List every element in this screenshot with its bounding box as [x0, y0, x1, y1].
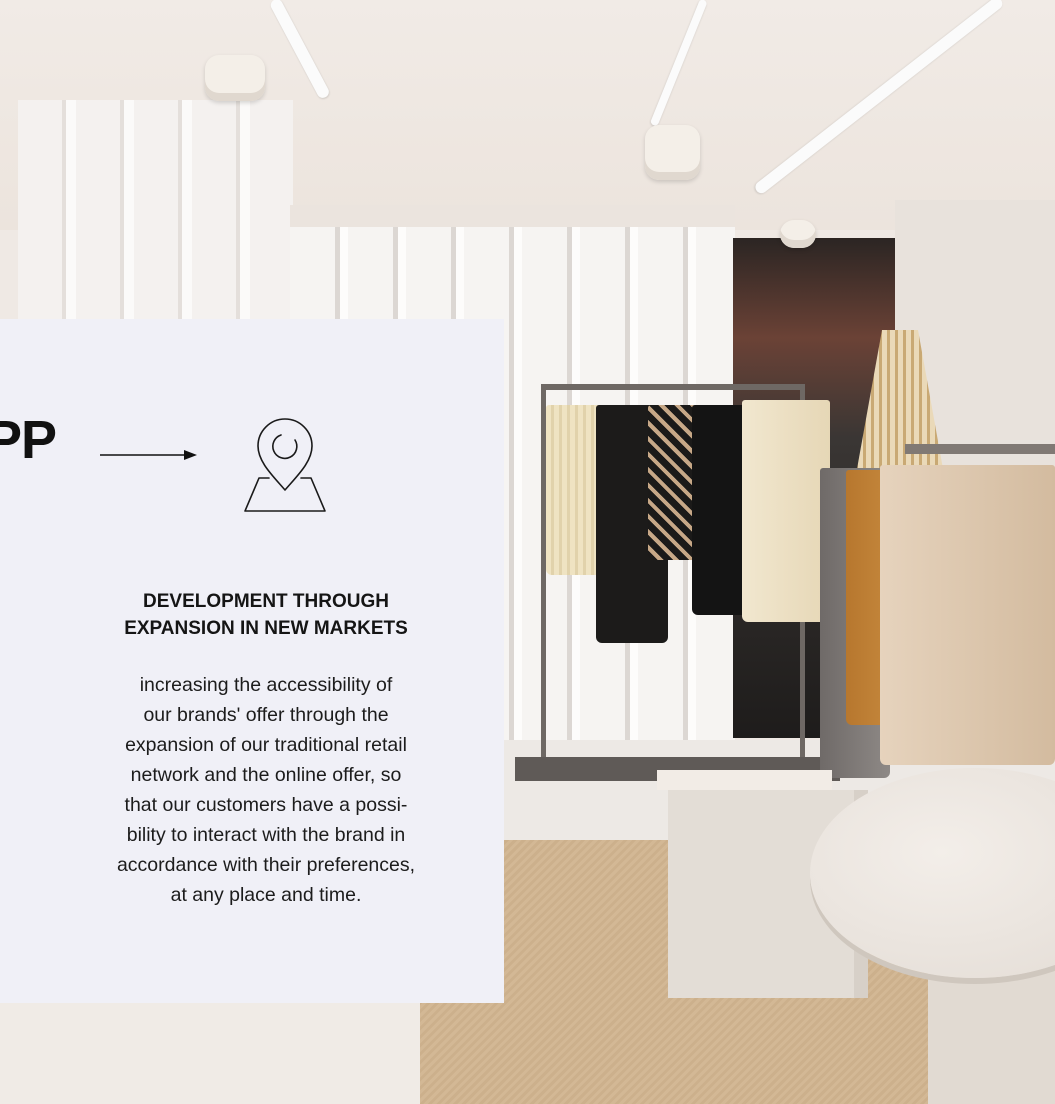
ceiling-spotlight [205, 55, 265, 101]
body-line: our brands' offer through the [143, 704, 389, 726]
right-arrow-icon [100, 450, 197, 460]
body-line: that our customers have a possi- [124, 794, 408, 816]
brand-logo-fragment: PP [0, 410, 57, 470]
card-body-text: increasing the accessibility of our bran… [55, 670, 477, 910]
body-line: network and the online offer, so [130, 764, 402, 786]
ceiling-spotlight [645, 125, 700, 180]
display-cube-top [657, 770, 832, 790]
body-line: expansion of our traditional retail [125, 734, 407, 756]
garment-cream-blazer [742, 400, 830, 622]
ceiling-spotlight [780, 220, 816, 248]
garment-beige-coat [880, 465, 1055, 765]
card-title-line: DEVELOPMENT THROUGH [143, 591, 389, 612]
rack-rail [543, 384, 805, 390]
body-line: at any place and time. [170, 884, 362, 906]
rack-rail [905, 444, 1055, 454]
body-line: increasing the accessibility of [139, 674, 393, 696]
card-title-line: EXPANSION IN NEW MARKETS [124, 618, 408, 639]
body-line: accordance with their preferences, [116, 854, 416, 876]
card-title: DEVELOPMENT THROUGH EXPANSION IN NEW MAR… [40, 588, 492, 642]
map-pin-icon [244, 418, 326, 512]
back-wall-cornice [290, 205, 735, 227]
body-line: bility to interact with the brand in [126, 824, 406, 846]
floor-foreground [0, 1003, 420, 1104]
